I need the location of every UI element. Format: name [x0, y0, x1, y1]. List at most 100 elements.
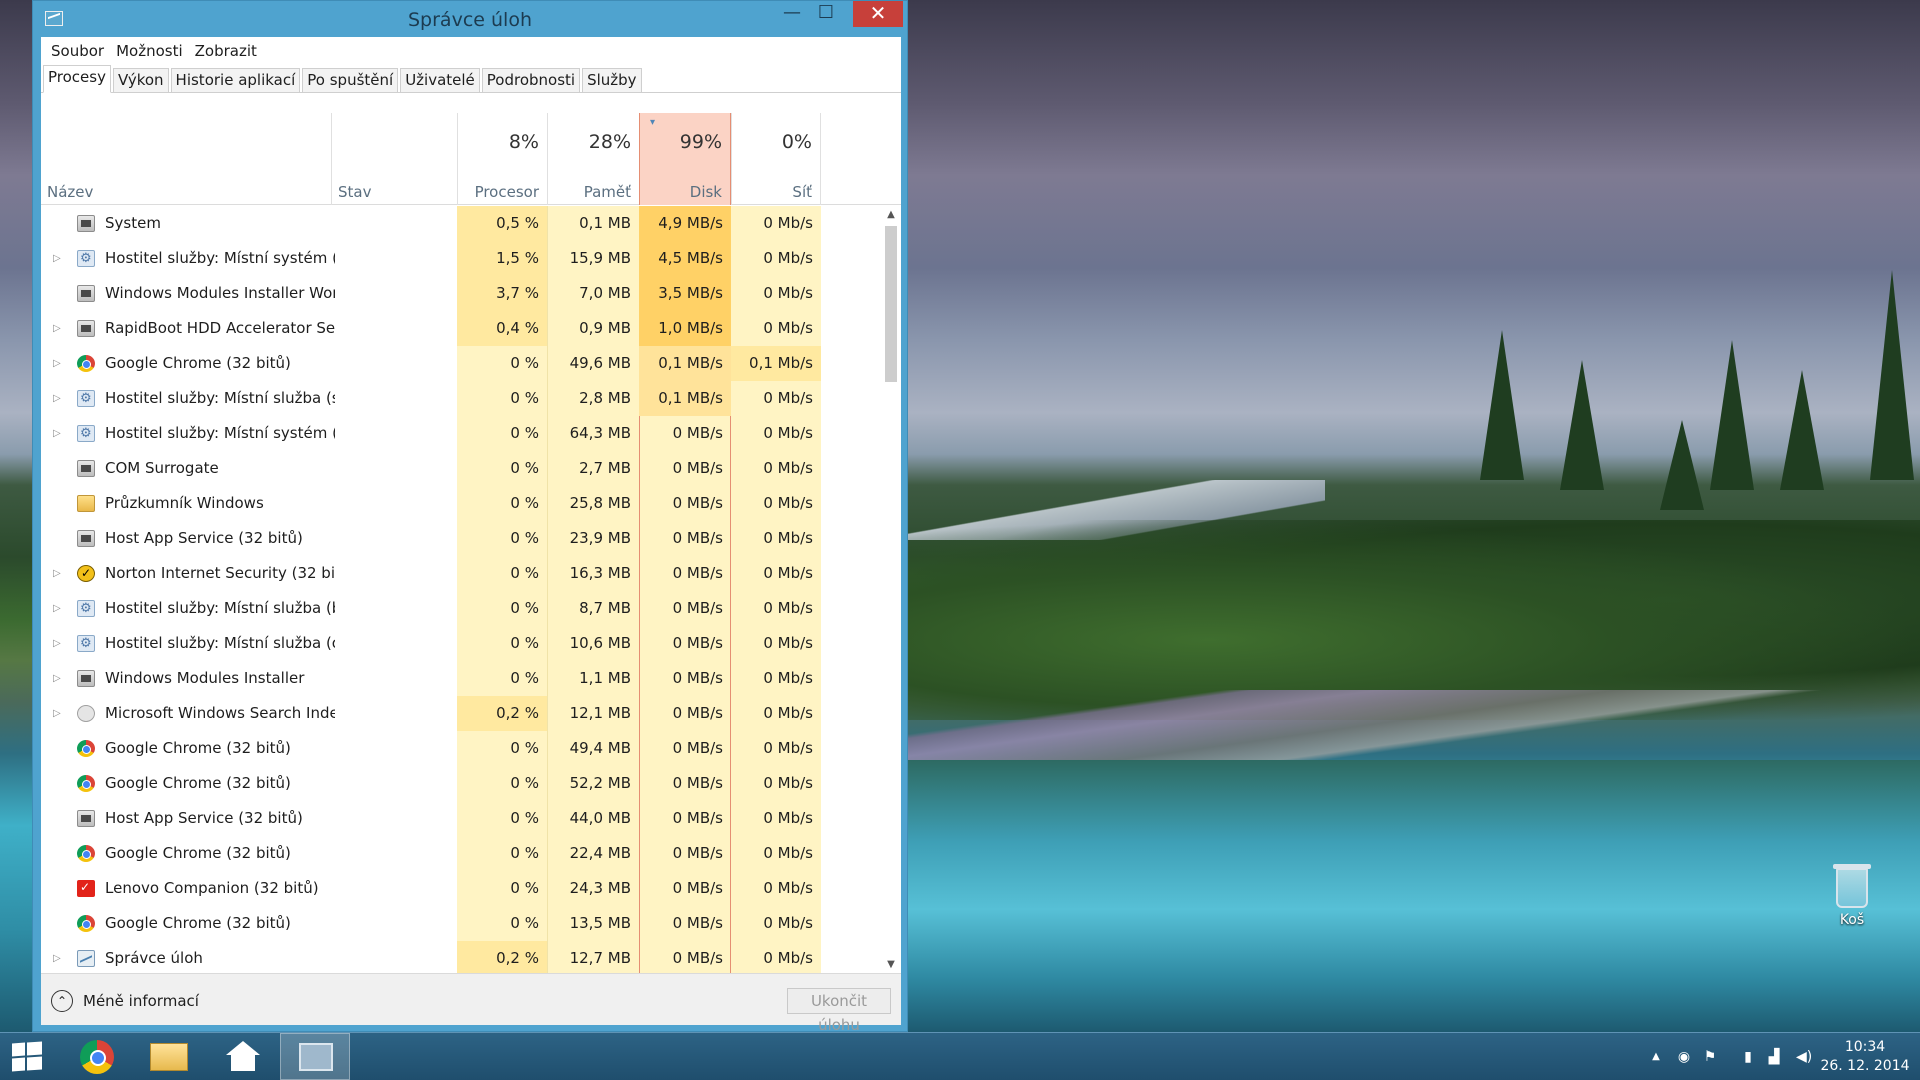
menu-view[interactable]: Zobrazit: [189, 42, 263, 60]
tab-services[interactable]: Služby: [582, 68, 642, 92]
minimize-button[interactable]: —: [775, 1, 809, 27]
expand-chevron-icon[interactable]: ▷: [53, 941, 63, 973]
process-row[interactable]: ▷ RapidBoot HDD Accelerator Ser... 0,4 % 0,…: [41, 311, 881, 346]
network-signal-icon[interactable]: ▟: [1766, 1049, 1782, 1065]
column-header-name[interactable]: Název: [41, 113, 331, 205]
expand-chevron-icon: [53, 731, 63, 766]
wallpaper-tree: [1870, 270, 1914, 480]
tab-performance[interactable]: Výkon: [112, 68, 169, 92]
vertical-scrollbar[interactable]: ▲ ▼: [881, 206, 901, 973]
scroll-down-icon[interactable]: ▼: [881, 956, 901, 973]
expand-chevron-icon[interactable]: ▷: [53, 696, 63, 731]
process-row[interactable]: ▷ Hostitel služby: Místní systém (o... 0 %…: [41, 416, 881, 451]
close-button[interactable]: ✕: [853, 1, 903, 27]
process-row[interactable]: ▷ Norton Internet Security (32 bitů) 0 % 16…: [41, 556, 881, 591]
process-row[interactable]: ▷ Hostitel služby: Místní služba (sí... 0 …: [41, 381, 881, 416]
process-cpu: 0 %: [510, 599, 539, 617]
expand-chevron-icon[interactable]: ▷: [53, 381, 63, 416]
lenovo-icon: [77, 870, 95, 905]
expand-chevron-icon[interactable]: ▷: [53, 311, 63, 346]
taskbar-chrome[interactable]: [62, 1033, 132, 1080]
process-row[interactable]: System 0,5 % 0,1 MB 4,9 MB/s 0 Mb/s: [41, 206, 881, 241]
process-row[interactable]: ▷ Hostitel služby: Místní služba (o... 0 %…: [41, 626, 881, 661]
taskbar-task-manager[interactable]: [280, 1033, 350, 1080]
process-disk: 0 MB/s: [672, 494, 723, 512]
taskbar-file-explorer[interactable]: [134, 1033, 204, 1080]
process-memory: 44,0 MB: [569, 809, 631, 827]
process-row[interactable]: Google Chrome (32 bitů) 0 % 13,5 MB 0 MB/s 0…: [41, 906, 881, 941]
expand-chevron-icon[interactable]: ▷: [53, 661, 63, 696]
tab-users[interactable]: Uživatelé: [400, 68, 480, 92]
expand-chevron-icon: [53, 906, 63, 941]
battery-icon[interactable]: ▮: [1740, 1049, 1756, 1065]
process-name: Host App Service (32 bitů): [105, 809, 303, 827]
process-row[interactable]: Google Chrome (32 bitů) 0 % 52,2 MB 0 MB/s 0…: [41, 766, 881, 801]
process-row[interactable]: Host App Service (32 bitů) 0 % 23,9 MB 0 MB…: [41, 521, 881, 556]
tab-details[interactable]: Podrobnosti: [481, 68, 581, 92]
process-row[interactable]: Průzkumník Windows 0 % 25,8 MB 0 MB/s 0 Mb/s: [41, 486, 881, 521]
system-clock[interactable]: 10:34 26. 12. 2014: [1820, 1038, 1910, 1076]
process-name: Windows Modules Installer: [105, 669, 305, 687]
expand-chevron-icon[interactable]: ▷: [53, 591, 63, 626]
process-row[interactable]: ▷ Hostitel služby: Místní služba (b... 0 %…: [41, 591, 881, 626]
expand-chevron-icon[interactable]: ▷: [53, 241, 63, 276]
tab-startup[interactable]: Po spuštění: [302, 68, 399, 92]
title-bar[interactable]: Správce úloh — ☐ ✕: [33, 1, 907, 37]
process-row[interactable]: Windows Modules Installer Wor... 3,7 % 7,0…: [41, 276, 881, 311]
menu-file[interactable]: Soubor: [45, 42, 110, 60]
process-row[interactable]: ▷ Windows Modules Installer 0 % 1,1 MB 0 MB/…: [41, 661, 881, 696]
process-network: 0 Mb/s: [763, 424, 813, 442]
process-cpu: 0,4 %: [457, 311, 547, 346]
expand-chevron-icon[interactable]: ▷: [53, 626, 63, 661]
fewer-details-label: Méně informací: [83, 992, 199, 1010]
tab-app-history[interactable]: Historie aplikací: [170, 68, 301, 92]
process-row[interactable]: ▷ Správce úloh 0,2 % 12,7 MB 0 MB/s 0 Mb/s: [41, 941, 881, 973]
system-icon: [77, 530, 95, 547]
home-icon-body: [231, 1055, 255, 1071]
fewer-details-button[interactable]: ⌃ Méně informací: [51, 990, 199, 1012]
recycle-bin[interactable]: Koš: [1828, 864, 1876, 928]
maximize-button[interactable]: ☐: [809, 1, 843, 27]
expand-chevron-icon: [53, 766, 63, 801]
process-row[interactable]: COM Surrogate 0 % 2,7 MB 0 MB/s 0 Mb/s: [41, 451, 881, 486]
process-cpu: 0,2 %: [457, 696, 547, 731]
show-hidden-icons-icon[interactable]: ▲: [1648, 1049, 1664, 1065]
process-row[interactable]: Lenovo Companion (32 bitů) 0 % 24,3 MB 0 MB…: [41, 870, 881, 906]
column-header-status[interactable]: Stav: [331, 113, 457, 205]
chrome-icon: [77, 355, 95, 372]
menu-options[interactable]: Možnosti: [110, 42, 189, 60]
process-name: Hostitel služby: Místní služba (sí...: [105, 389, 335, 407]
process-row[interactable]: Google Chrome (32 bitů) 0 % 49,4 MB 0 MB/s 0…: [41, 731, 881, 766]
process-row[interactable]: ▷ Google Chrome (32 bitů) 0 % 49,6 MB 0,1 MB…: [41, 346, 881, 381]
process-cpu: 3,7 %: [457, 276, 547, 311]
scroll-up-icon[interactable]: ▲: [881, 206, 901, 224]
column-header-disk[interactable]: ▾ 99% Disk: [639, 113, 731, 205]
process-row[interactable]: Host App Service (32 bitů) 0 % 44,0 MB 0 MB…: [41, 801, 881, 836]
action-center-flag-icon[interactable]: ⚑: [1702, 1049, 1718, 1065]
column-header-network[interactable]: 0% Síť: [731, 113, 821, 205]
process-cpu: 0 %: [510, 879, 539, 897]
process-network: 0 Mb/s: [763, 529, 813, 547]
process-network: 0,1 Mb/s: [731, 346, 821, 381]
expand-chevron-icon[interactable]: ▷: [53, 416, 63, 451]
column-header-memory[interactable]: 28% Paměť: [547, 113, 639, 205]
scroll-thumb[interactable]: [885, 226, 897, 382]
process-row[interactable]: ▷ Microsoft Windows Search Inde... 0,2 % 12…: [41, 696, 881, 731]
volume-icon[interactable]: ◀): [1796, 1049, 1812, 1065]
process-network: 0 Mb/s: [763, 214, 813, 232]
start-button[interactable]: [12, 1041, 42, 1073]
wallpaper-tree: [1560, 360, 1604, 490]
norton-tray-icon[interactable]: ◉: [1676, 1049, 1692, 1065]
chrome-icon: [77, 845, 95, 862]
process-network: 0 Mb/s: [763, 564, 813, 582]
taskbar-home[interactable]: [206, 1033, 276, 1080]
process-row[interactable]: ▷ Hostitel služby: Místní systém (1... 1,5…: [41, 241, 881, 276]
process-row[interactable]: Google Chrome (32 bitů) 0 % 22,4 MB 0 MB/s 0…: [41, 836, 881, 871]
process-memory: 7,0 MB: [579, 284, 631, 302]
expand-chevron-icon[interactable]: ▷: [53, 556, 63, 591]
tab-processes[interactable]: Procesy: [43, 65, 111, 93]
end-task-button[interactable]: Ukončit úlohu: [787, 988, 891, 1034]
expand-chevron-icon[interactable]: ▷: [53, 346, 63, 381]
process-cpu: 0 %: [510, 634, 539, 652]
column-header-cpu[interactable]: 8% Procesor: [457, 113, 547, 205]
